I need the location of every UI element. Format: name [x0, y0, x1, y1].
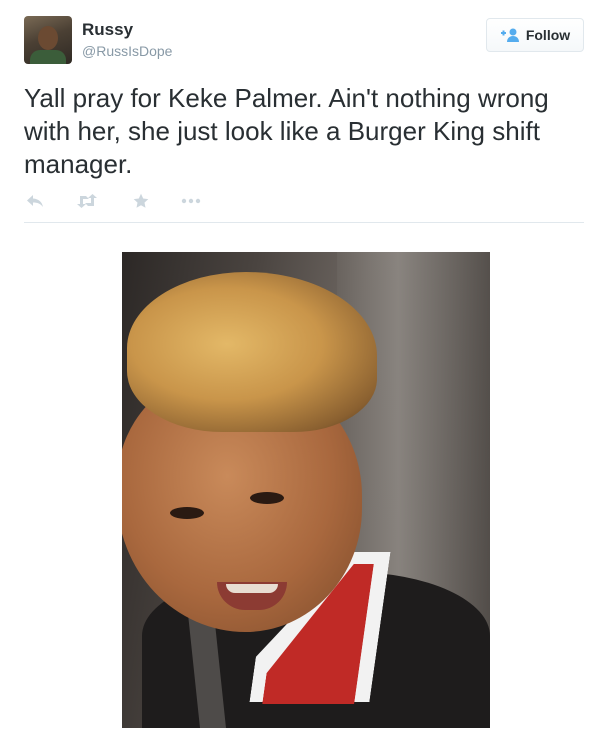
more-dots-icon	[181, 198, 201, 204]
favorite-star-icon	[133, 193, 149, 208]
retweet-icon	[77, 194, 97, 208]
tweet-photo[interactable]	[122, 252, 490, 728]
tweet-card: Russy @RussIsDope Follow Yall pray for K…	[0, 0, 598, 729]
favorite-button[interactable]	[130, 190, 152, 212]
follow-person-plus-icon	[500, 28, 519, 42]
divider	[24, 222, 584, 223]
more-button[interactable]	[180, 190, 202, 212]
retweet-button[interactable]	[76, 190, 98, 212]
avatar-face	[38, 26, 58, 50]
reply-icon	[27, 195, 43, 207]
photo-eye-left	[170, 507, 204, 519]
avatar[interactable]	[24, 16, 72, 64]
follow-label: Follow	[525, 27, 571, 43]
reply-button[interactable]	[24, 190, 46, 212]
photo-eye-right	[250, 492, 284, 504]
user-name[interactable]: Russy	[82, 20, 133, 40]
photo-teeth	[226, 584, 278, 593]
avatar-shirt	[30, 50, 66, 64]
user-handle[interactable]: @RussIsDope	[82, 43, 172, 59]
follow-button[interactable]: Follow	[486, 18, 584, 52]
tweet-text: Yall pray for Keke Palmer. Ain't nothing…	[24, 83, 549, 179]
